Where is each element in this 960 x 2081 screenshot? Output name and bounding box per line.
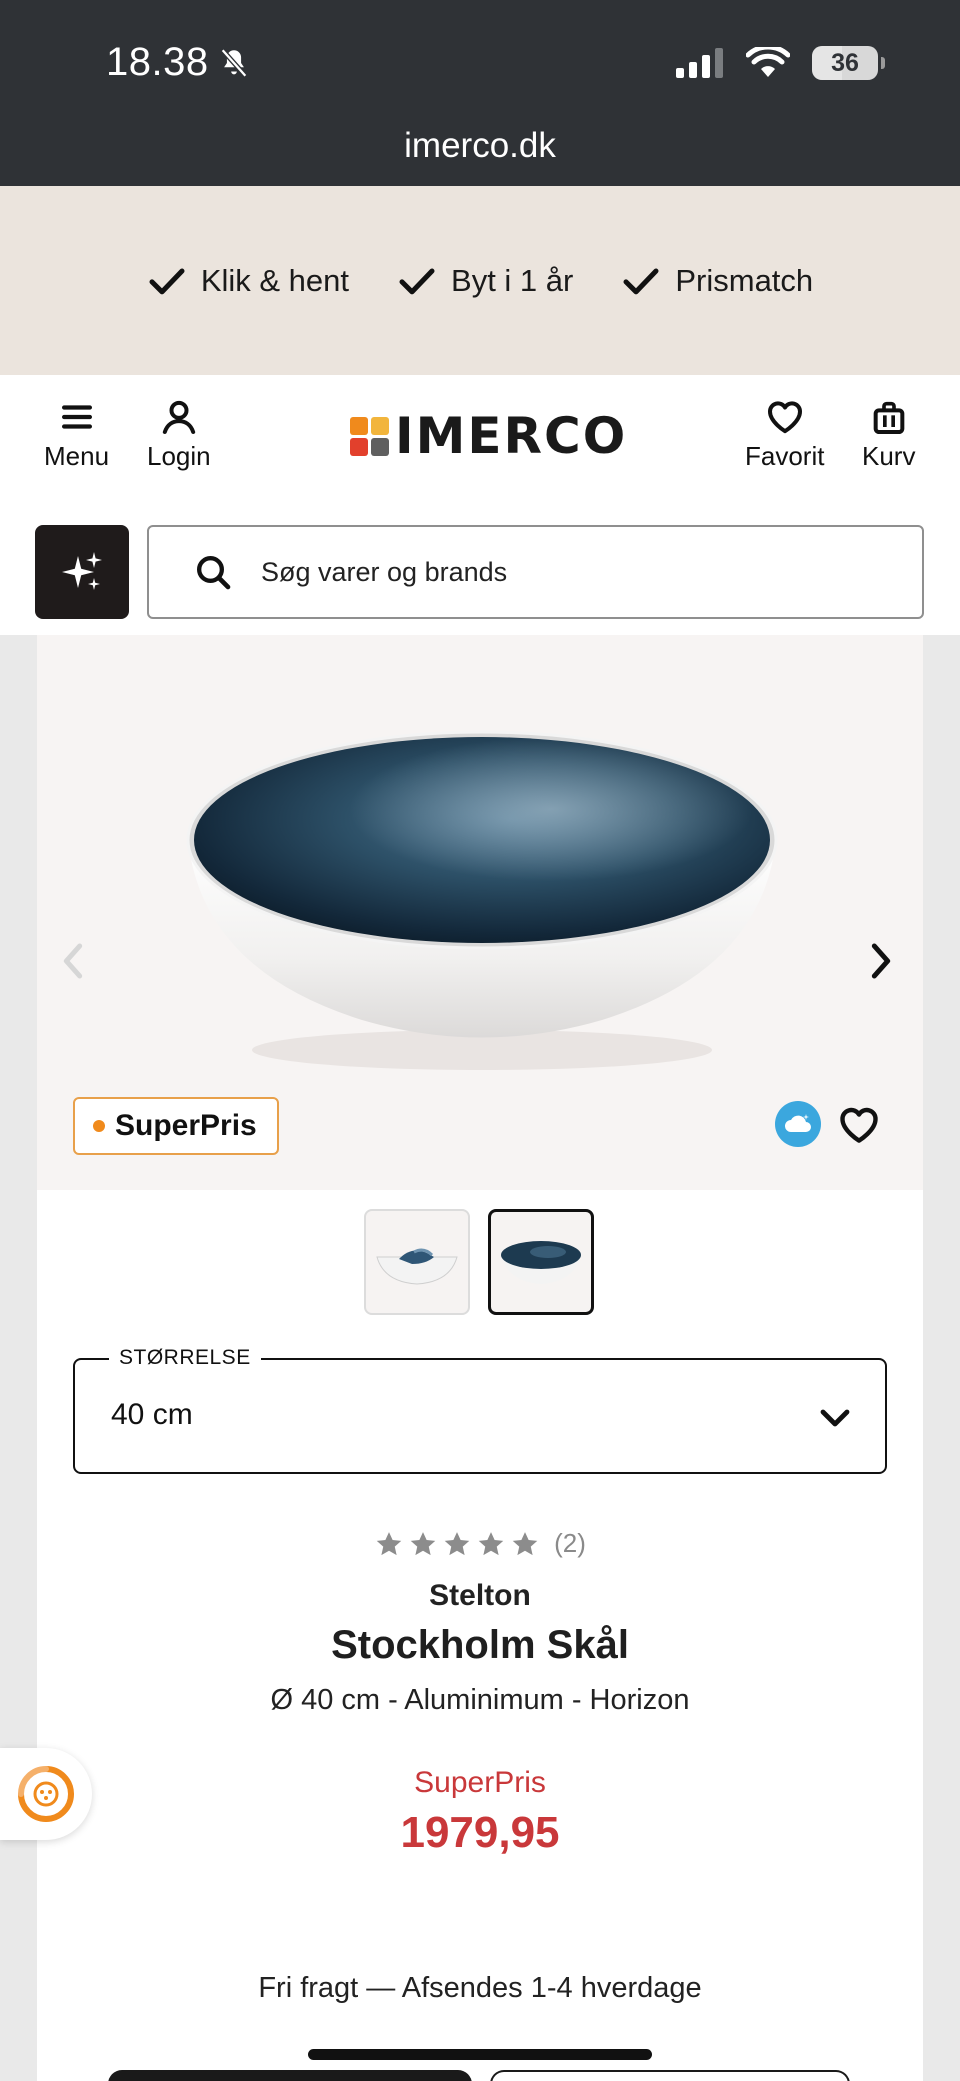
superpris-badge: SuperPris [73,1097,279,1155]
sparkle-icon [62,552,102,590]
checkmark-icon [623,268,659,294]
favorit-button[interactable]: Favorit [745,397,824,472]
favorit-label: Favorit [745,441,825,471]
search-placeholder: Søg varer og brands [261,556,508,587]
rating[interactable]: (2) [37,1528,923,1559]
search-row: Søg varer og brands [0,503,960,635]
chevron-right-icon [871,943,891,979]
login-button[interactable]: Login [147,397,211,472]
user-icon [162,400,195,434]
chevron-left-icon [63,943,83,979]
status-time: 18.38 [106,40,251,85]
size-select[interactable]: STØRRELSE 40 cm [73,1346,887,1474]
status-icons: 36 [676,46,885,80]
battery-level: 36 [831,48,859,77]
imerco-logo[interactable]: IMERCO [350,411,627,461]
star-icon [444,1531,470,1555]
shipping-info: Fri fragt — Afsendes 1-4 hverdage [258,1972,702,2004]
gallery-prev-button[interactable] [53,931,93,991]
loyalty-icon [18,1766,74,1822]
usp-item: Byt i 1 år [397,261,573,301]
usp-label: Byt i 1 år [451,262,574,298]
rating-count: (2) [554,1528,586,1558]
product-brand[interactable]: Stelton [37,1579,923,1613]
usp-label: Klik & hent [200,262,350,298]
kurv-label: Kurv [862,441,916,471]
logo-mark [350,416,389,456]
search-input[interactable]: Søg varer og brands [147,525,924,619]
chevron-down-icon [820,1409,850,1427]
menu-label: Menu [44,441,110,471]
hamburger-icon [61,405,92,429]
checkmark-icon [149,268,185,294]
gallery-next-button[interactable] [861,931,901,991]
ai-assistant-button[interactable] [35,525,129,619]
star-icon [478,1531,504,1555]
usp-label: Prismatch [675,262,814,298]
usp-item: Prismatch [621,261,813,301]
loyalty-widget[interactable] [0,1748,92,1840]
logo-text: IMERCO [395,407,628,465]
add-to-cart-button[interactable] [108,2070,472,2081]
site-header: Menu Login IMERCO Favorit Kurv [0,375,960,503]
product-subtitle: Ø 40 cm - Aluminimum - Horizon [270,1684,690,1716]
price-label: SuperPris [414,1766,546,1799]
time-text: 18.38 [106,40,209,84]
size-label: STØRRELSE [109,1346,261,1370]
badge-dot [93,1120,105,1132]
battery-icon: 36 [812,46,885,80]
signal-icon [676,48,723,78]
star-icon [410,1531,436,1555]
thumbnail-active[interactable] [488,1209,594,1315]
status-bar: 18.38 36 imerco.dk [0,0,960,186]
thumbnail[interactable] [364,1209,470,1315]
badge-label: SuperPris [115,1109,257,1142]
size-value: 40 cm [111,1398,193,1431]
thumbnail-strip [364,1209,594,1315]
product-title: Stockholm Skål [331,1623,629,1667]
wifi-icon [746,47,790,77]
login-label: Login [147,441,211,471]
star-icon [512,1531,538,1555]
click-collect-button[interactable] [490,2070,850,2081]
bell-muted-icon [220,48,247,77]
home-indicator [308,2049,652,2060]
kurv-button[interactable]: Kurv [862,397,915,472]
search-icon [196,555,231,590]
star-icon [376,1531,402,1555]
usp-bar: Klik & hent Byt i 1 år Prismatch [0,186,960,375]
product-gallery[interactable]: SuperPris [37,635,923,1190]
usp-item: Klik & hent [147,261,349,301]
checkmark-icon [399,268,435,294]
menu-button[interactable]: Menu [44,397,109,472]
cloud-icon[interactable] [775,1101,821,1147]
product-price: 1979,95 [400,1808,560,1857]
url-bar[interactable]: imerco.dk [0,126,960,166]
favorite-heart-icon[interactable] [837,1103,881,1147]
basket-icon [873,401,905,434]
product-image [182,720,782,1090]
heart-icon [767,401,802,434]
